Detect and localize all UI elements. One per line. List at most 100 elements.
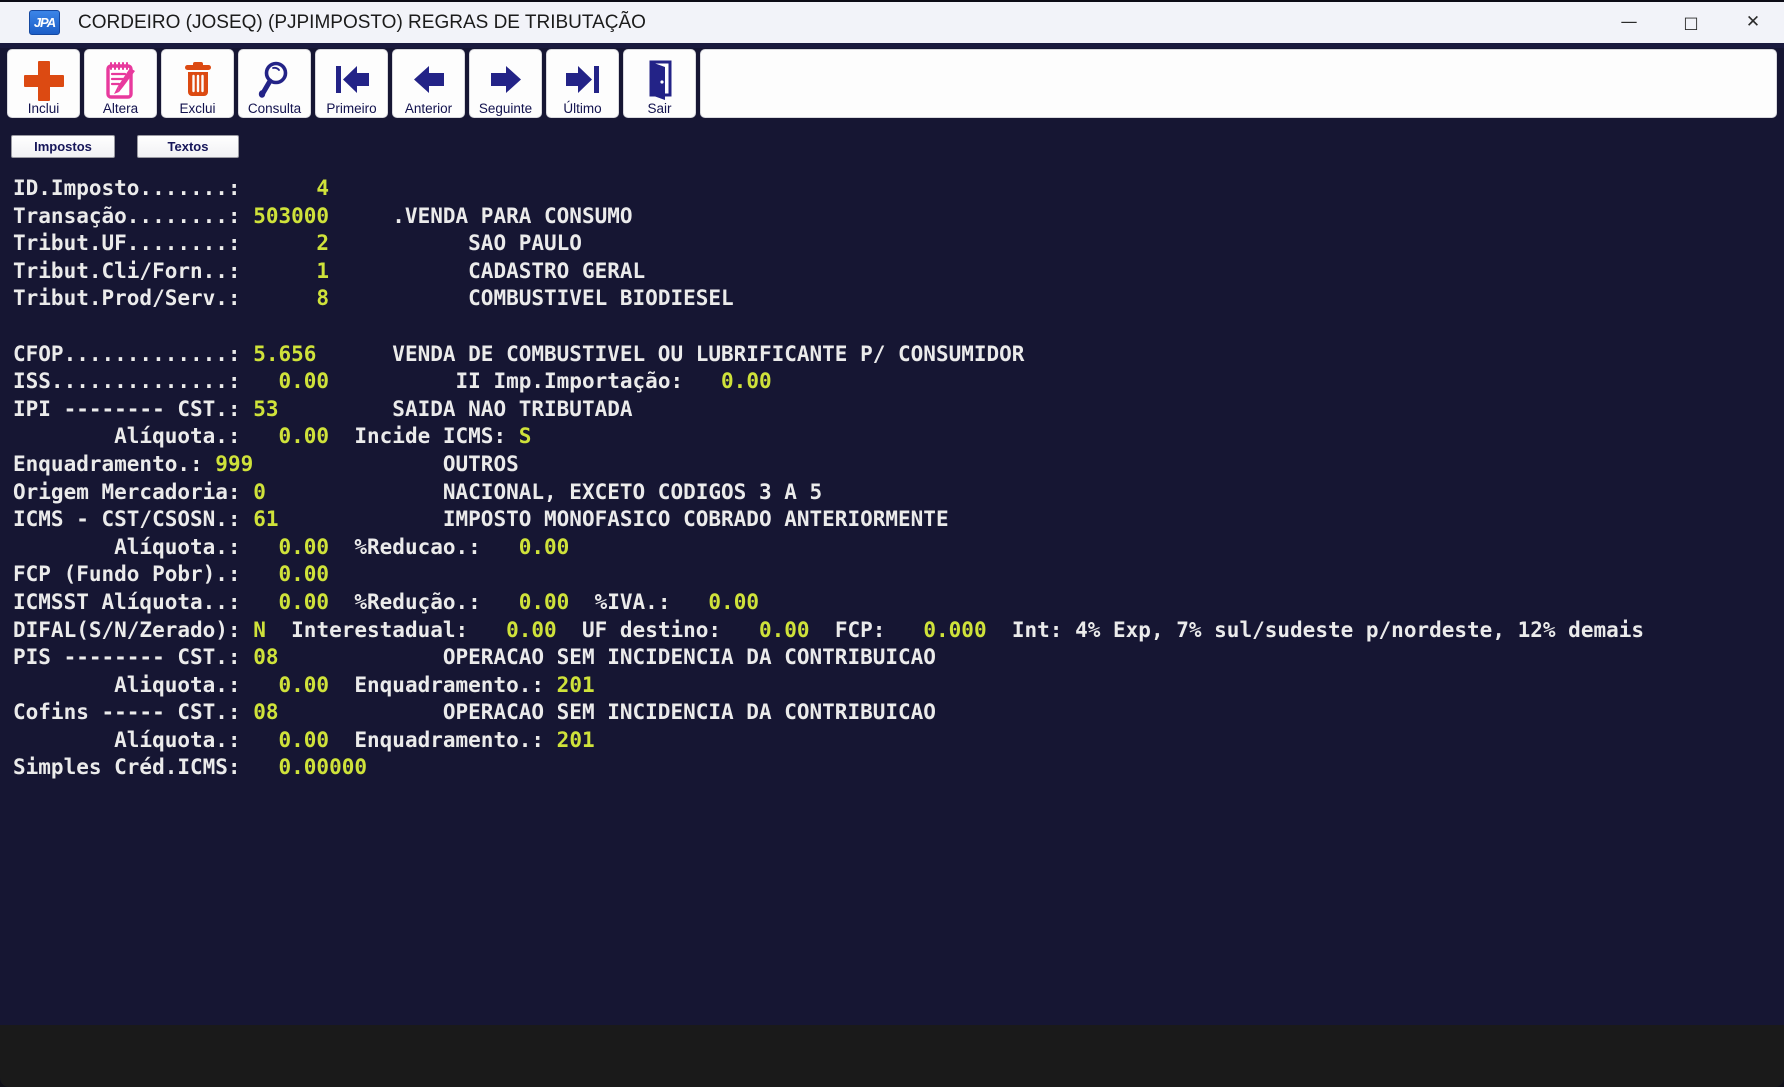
- field-label: NACIONAL, EXCETO CODIGOS 3 A 5: [265, 479, 823, 504]
- field-value: S: [518, 424, 532, 449]
- exit-door-icon: [649, 60, 671, 100]
- terminal-line: ICMSST Alíquota..: 0.00 %Redução.: 0.00 …: [13, 589, 1784, 617]
- field-label: Int: 4% Exp, 7% sul/sudeste p/nordeste, …: [986, 617, 1645, 642]
- field-value: 201: [556, 672, 595, 697]
- field-value: 503000: [253, 203, 330, 228]
- field-value: 2: [240, 231, 330, 256]
- field-label: CFOP.............:: [13, 341, 254, 366]
- terminal-line: Enquadramento.: 999 OUTROS: [13, 451, 1784, 479]
- field-label: Tribut.Cli/Forn..:: [13, 258, 241, 283]
- field-value: 0.00: [468, 617, 557, 642]
- field-label: .VENDA PARA CONSUMO: [329, 203, 633, 228]
- field-label: ISS..............:: [13, 369, 241, 394]
- field-label: VENDA DE COMBUSTIVEL OU LUBRIFICANTE P/ …: [316, 341, 1025, 366]
- field-label: Simples Créd.ICMS:: [13, 755, 241, 780]
- field-label: FCP (Fundo Pobr).:: [13, 562, 241, 587]
- field-label: Alíquota.:: [13, 727, 241, 752]
- toolbar-filler-panel: [700, 49, 1777, 118]
- terminal-line: Tribut.Cli/Forn..: 1 CADASTRO GERAL: [13, 258, 1784, 286]
- seguinte-button[interactable]: Seguinte: [469, 49, 542, 118]
- field-value: 08: [253, 700, 279, 725]
- edit-notepad-icon: [105, 62, 135, 99]
- terminal-line: PIS -------- CST.: 08 OPERACAO SEM INCID…: [13, 644, 1784, 672]
- consulta-button[interactable]: Consulta: [238, 49, 311, 118]
- bottom-strip: [0, 1025, 1784, 1087]
- field-label: COMBUSTIVEL BIODIESEL: [329, 286, 734, 311]
- app-icon: JPA: [29, 10, 60, 35]
- field-label: Tribut.UF........:: [13, 231, 241, 256]
- field-label: IMPOSTO MONOFASICO COBRADO ANTERIORMENTE: [278, 507, 949, 532]
- field-value: 201: [556, 727, 595, 752]
- toolbar-strip: Inclui Altera Exclui Consulta Primeiro A…: [7, 49, 1777, 118]
- field-value: 0.00000: [240, 755, 368, 780]
- close-button[interactable]: ✕: [1722, 2, 1784, 43]
- field-value: 0.00: [480, 534, 570, 559]
- window-title: CORDEIRO (JOSEQ) (PJPIMPOSTO) REGRAS DE …: [78, 11, 646, 33]
- previous-record-icon: [413, 66, 444, 93]
- titlebar: JPA CORDEIRO (JOSEQ) (PJPIMPOSTO) REGRAS…: [0, 0, 1784, 43]
- field-value: 0.000: [885, 617, 987, 642]
- altera-button[interactable]: Altera: [84, 49, 157, 118]
- primeiro-button[interactable]: Primeiro: [315, 49, 388, 118]
- field-value: 4: [240, 176, 330, 200]
- field-label: ICMSST Alíquota..:: [13, 589, 241, 614]
- tab-impostos[interactable]: Impostos: [11, 135, 115, 158]
- toolbar-button-label: Altera: [102, 101, 139, 116]
- tab-bar: Impostos Textos: [0, 120, 1784, 158]
- field-label: Alíquota.:: [13, 424, 241, 449]
- field-label: Tribut.Prod/Serv.:: [13, 286, 241, 311]
- field-label: CADASTRO GERAL: [329, 258, 646, 283]
- sair-button[interactable]: Sair: [623, 49, 696, 118]
- field-label: DIFAL(S/N/Zerado):: [13, 617, 254, 642]
- field-label: Cofins ----- CST.:: [13, 700, 254, 725]
- field-value: N: [253, 617, 266, 642]
- field-label: OPERACAO SEM INCIDENCIA DA CONTRIBUICAO: [278, 645, 936, 670]
- toolbar-button-label: Último: [563, 101, 602, 116]
- maximize-icon: □: [1683, 12, 1699, 32]
- field-label: %IVA.:: [569, 589, 671, 614]
- exclui-button[interactable]: Exclui: [161, 49, 234, 118]
- terminal-line: Simples Créd.ICMS: 0.00000: [13, 754, 1784, 782]
- field-value: 0.00: [240, 424, 330, 449]
- field-label: Enquadramento.:: [329, 727, 557, 752]
- field-value: 0.00: [670, 589, 759, 614]
- window-controls: — □ ✕: [1598, 2, 1784, 43]
- terminal-line: DIFAL(S/N/Zerado): N Interestadual: 0.00…: [13, 617, 1784, 645]
- close-icon: ✕: [1745, 12, 1761, 32]
- field-label: Incide ICMS:: [329, 424, 519, 449]
- field-value: 0.00: [240, 369, 330, 394]
- trash-icon: [184, 62, 211, 96]
- field-value: 5.656: [253, 341, 317, 366]
- field-value: 0.00: [240, 672, 330, 697]
- field-value: 0.00: [240, 727, 330, 752]
- toolbar-button-label: Seguinte: [478, 101, 533, 116]
- minimize-button[interactable]: —: [1598, 2, 1660, 43]
- field-label: SAIDA NAO TRIBUTADA: [278, 396, 633, 421]
- anterior-button[interactable]: Anterior: [392, 49, 465, 118]
- field-value: 0.00: [683, 369, 772, 394]
- field-value: 61: [253, 507, 279, 532]
- tab-textos[interactable]: Textos: [137, 135, 239, 158]
- toolbar: Inclui Altera Exclui Consulta Primeiro A…: [0, 48, 1784, 120]
- maximize-button[interactable]: □: [1660, 2, 1722, 43]
- field-value: 0.00: [240, 534, 330, 559]
- field-label: UF destino:: [556, 617, 722, 642]
- content-area: Impostos Textos ID.Imposto.......: 4 Tran…: [0, 120, 1784, 1025]
- toolbar-button-label: Inclui: [27, 101, 60, 116]
- app-icon-label: JPA: [33, 15, 56, 30]
- field-label: OPERACAO SEM INCIDENCIA DA CONTRIBUICAO: [278, 700, 936, 725]
- field-label: %Reducao.:: [329, 534, 481, 559]
- terminal-line: Cofins ----- CST.: 08 OPERACAO SEM INCID…: [13, 699, 1784, 727]
- inclui-button[interactable]: Inclui: [7, 49, 80, 118]
- toolbar-button-label: Consulta: [247, 101, 302, 116]
- field-value: 08: [253, 645, 279, 670]
- terminal-line: ISS..............: 0.00 II Imp.Importaçã…: [13, 368, 1784, 396]
- terminal-line: Alíquota.: 0.00 %Reducao.: 0.00: [13, 534, 1784, 562]
- field-value: 0.00: [480, 589, 570, 614]
- field-label: II Imp.Importação:: [329, 369, 684, 394]
- field-label: IPI -------- CST.:: [13, 396, 254, 421]
- first-record-icon: [335, 66, 369, 93]
- ultimo-button[interactable]: Último: [546, 49, 619, 118]
- magnifier-icon: [258, 61, 287, 98]
